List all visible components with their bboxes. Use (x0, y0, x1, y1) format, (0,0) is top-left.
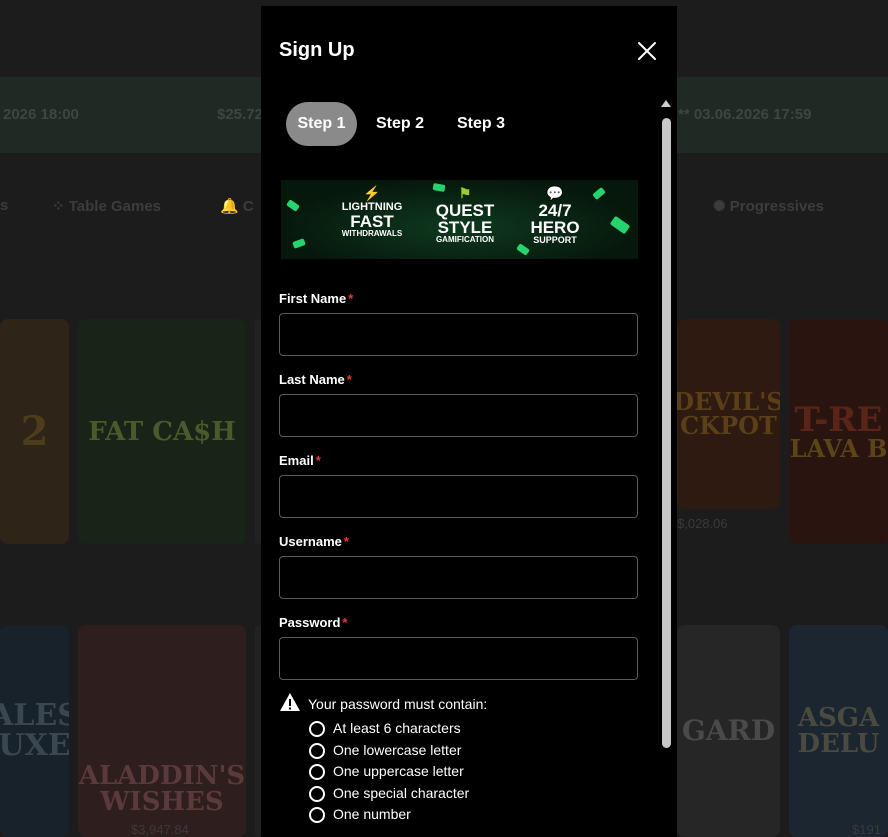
lightning-icon: ⚡ (363, 185, 381, 201)
close-button[interactable] (636, 40, 658, 62)
username-input[interactable] (279, 556, 638, 599)
close-icon (638, 42, 656, 60)
email-input[interactable] (279, 475, 638, 518)
first-name-label: First Name * (279, 291, 354, 306)
modal-title: Sign Up (279, 39, 355, 61)
banner-feature-quest-style: ⚑ QUEST STYLE GAMIFICATION (426, 186, 504, 244)
password-input[interactable] (279, 637, 638, 680)
nav-item-progressives: ✺ Progressives (713, 198, 824, 215)
warning-icon (280, 693, 300, 711)
nav-item: 🔔 C (220, 198, 254, 215)
email-label: Email * (279, 453, 321, 468)
promo-banner: ⚡ LIGHTNING FAST WITHDRAWALS ⚑ QUEST STY… (281, 180, 638, 259)
ticker-item: $25.72 (217, 106, 263, 123)
tab-step-3[interactable]: Step 3 (448, 102, 514, 146)
password-label: Password * (279, 615, 348, 630)
modal-scrollbar[interactable] (659, 98, 673, 837)
circle-icon (309, 807, 325, 823)
ticker-item: ** 03.06.2026 17:59 (678, 106, 812, 123)
nav-item-table-games: ⁘ Table Games (52, 198, 162, 215)
tab-step-2[interactable]: Step 2 (367, 102, 433, 146)
chat-bubble-icon: 💬 (546, 185, 564, 201)
circle-icon (309, 764, 325, 780)
game-card: GARD (677, 625, 780, 837)
scroll-thumb[interactable] (662, 118, 671, 748)
scroll-up-arrow-icon[interactable] (661, 100, 671, 107)
first-name-input[interactable] (279, 313, 638, 356)
game-card: ASGA DELU (789, 625, 888, 837)
game-card-fat-cash: FAT CA$H (78, 319, 246, 544)
last-name-label: Last Name * (279, 372, 352, 387)
tab-step-1[interactable]: Step 1 (286, 102, 357, 146)
circle-icon (309, 786, 325, 802)
game-card: 2 (0, 319, 69, 544)
jackpot-amount: $3,947.84 (131, 822, 189, 837)
game-card: ALES UXE (0, 625, 69, 837)
game-card: T-RE LAVA B (789, 319, 888, 544)
ticker-item: 2026 18:00 (3, 106, 79, 123)
nav-item: s (0, 197, 9, 214)
circle-icon (309, 743, 325, 759)
game-card: DEVIL'S CKPOT (677, 319, 780, 509)
flag-icon: ⚑ (458, 185, 472, 201)
banner-feature-support: 💬 24/7 HERO SUPPORT (521, 186, 589, 245)
game-card-aladdins-wishes: ALADDIN'S WISHES (78, 625, 246, 837)
last-name-input[interactable] (279, 394, 638, 437)
jackpot-amount: $191 (852, 822, 881, 837)
circle-icon (309, 721, 325, 737)
signup-modal: Sign Up Step 1 Step 2 Step 3 ⚡ LIGHTNING… (261, 6, 677, 837)
banner-feature-fast-withdrawals: ⚡ LIGHTNING FAST WITHDRAWALS (331, 186, 413, 238)
jackpot-amount: $,028.06 (677, 516, 728, 531)
username-label: Username * (279, 534, 349, 549)
